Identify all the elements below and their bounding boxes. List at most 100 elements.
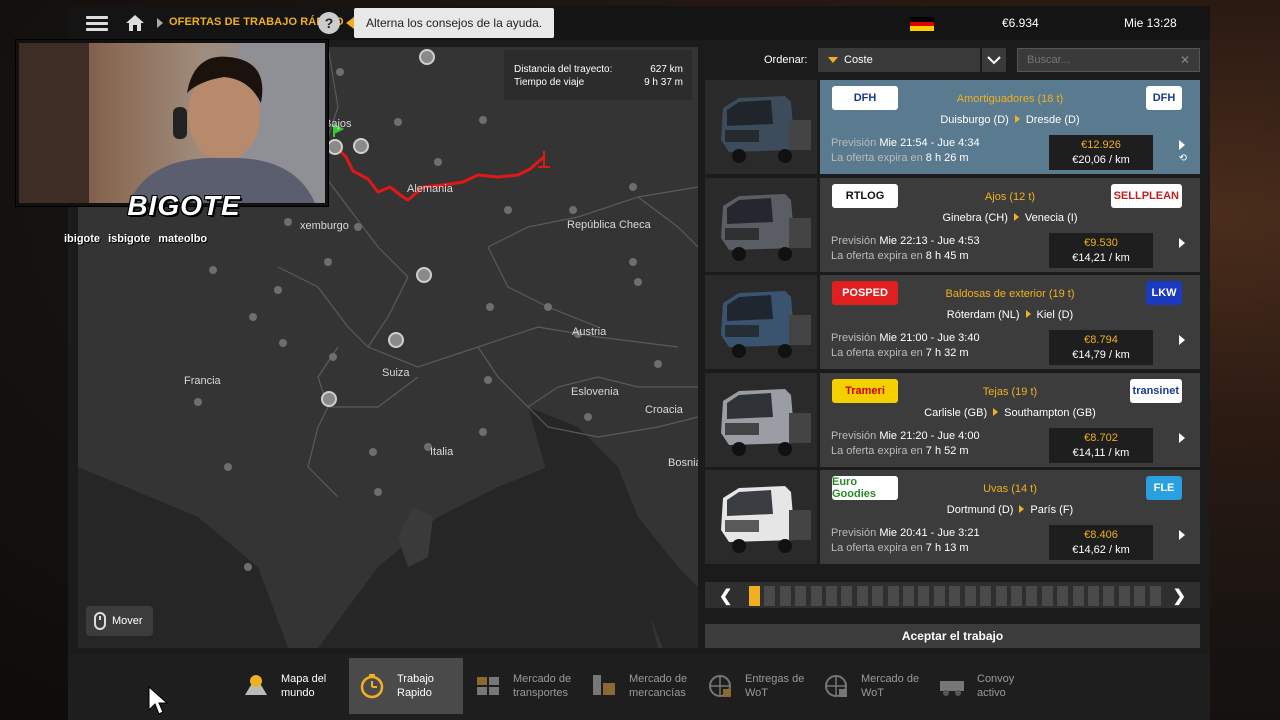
job-price: €8.702 <box>1084 431 1118 444</box>
prev-page-icon[interactable]: ❮ <box>719 586 732 606</box>
open-job-arrow-icon[interactable] <box>1179 335 1185 345</box>
cargo-market-icon <box>589 671 619 701</box>
nav-label: Mercado de WoT <box>861 673 920 699</box>
mover-label: Mover <box>112 615 143 627</box>
mouse-cursor-icon <box>148 686 168 715</box>
open-job-arrow-icon[interactable] <box>1179 237 1185 248</box>
chevron-down-icon <box>987 55 1001 64</box>
forecast: Previsión Mie 21:54 - Jue 4:34 <box>831 137 980 149</box>
home-icon[interactable] <box>122 6 148 40</box>
route-cities: Dortmund (D) París (F) <box>820 504 1200 516</box>
nav-label: Mapa del mundo <box>281 673 327 699</box>
nav-freight-market[interactable]: Mercado de transportes <box>465 658 579 714</box>
page-indicator[interactable] <box>1057 586 1069 606</box>
job-card[interactable]: RTLOG Ajos (12 t) SELLPLEAN Ginebra (CH)… <box>820 177 1200 272</box>
nav-world-map[interactable]: Mapa del mundo <box>233 658 347 714</box>
nav-label: Convoy activo <box>977 673 1015 699</box>
game-clock: Mie 13:28 <box>1124 16 1177 30</box>
page-indicator[interactable] <box>841 586 853 606</box>
overlay-socials: ibigote isbigote mateolbo <box>64 233 308 245</box>
distance-value: 627 km <box>650 64 683 75</box>
job-card[interactable]: POSPED Baldosas de exterior (19 t) LKW R… <box>820 275 1200 369</box>
page-indicator[interactable] <box>1134 586 1146 606</box>
sort-dropdown-button[interactable] <box>982 48 1006 72</box>
page-indicator[interactable] <box>1026 586 1038 606</box>
streamer-silhouette <box>19 43 325 203</box>
page-indicator[interactable] <box>1118 586 1130 606</box>
page-indicator[interactable] <box>749 586 760 606</box>
destination-city: Kiel (D) <box>1036 309 1074 321</box>
route-arrow-icon <box>1014 115 1020 123</box>
page-indicator[interactable] <box>795 586 807 606</box>
cargo-label: Amortiguadores (18 t) <box>956 93 1064 105</box>
page-indicator[interactable] <box>1010 586 1022 606</box>
sort-dropdown[interactable]: Coste <box>818 48 980 72</box>
expiry-value: 8 h 45 m <box>925 249 969 262</box>
page-indicator[interactable] <box>1149 586 1161 606</box>
pager: ❮ ❯ <box>705 582 1200 608</box>
next-page-icon[interactable]: ❯ <box>1173 586 1186 606</box>
freight-market-icon <box>473 671 503 701</box>
page-indicator[interactable] <box>810 586 822 606</box>
route-arrow-icon <box>993 407 999 416</box>
expiry-label: La oferta expira en <box>831 249 923 262</box>
page-indicator[interactable] <box>903 586 915 606</box>
globe-market-icon <box>821 671 851 701</box>
job-offer-row[interactable]: RTLOG Ajos (12 t) SELLPLEAN Ginebra (CH)… <box>705 177 1200 272</box>
origin-city: Dortmund (D) <box>946 504 1014 516</box>
route-arrow-icon <box>1019 505 1025 513</box>
open-job-arrow-icon[interactable] <box>1179 530 1185 540</box>
page-indicator[interactable] <box>826 586 838 606</box>
nav-convoy[interactable]: Convoy activo <box>929 658 1043 714</box>
instagram-handle: mateolbo <box>158 233 208 245</box>
sort-label: Ordenar: <box>764 54 808 66</box>
job-offer-row[interactable]: Euro Goodies Uvas (14 t) FLE Dortmund (D… <box>705 470 1200 564</box>
menu-icon[interactable] <box>82 6 112 40</box>
map-label-austria: Austria <box>572 326 607 338</box>
page-indicator[interactable] <box>949 586 961 606</box>
job-card[interactable]: DFH Amortiguadores (18 t) DFH Duisburgo … <box>820 80 1200 174</box>
forecast-label: Previsión <box>831 137 877 149</box>
page-indicator[interactable] <box>764 586 776 606</box>
map-label-bajos: Bajos <box>324 118 352 130</box>
mover-hint: Mover <box>86 606 153 636</box>
clear-search-icon[interactable]: ✕ <box>1180 53 1190 67</box>
page-indicator[interactable] <box>779 586 791 606</box>
accept-job-button[interactable]: Aceptar el trabajo <box>705 624 1200 648</box>
page-indicator[interactable] <box>856 586 868 606</box>
page-indicator[interactable] <box>1072 586 1084 606</box>
job-offer-row[interactable]: Trameri Tejas (19 t) transinet Carlisle … <box>705 372 1200 467</box>
nav-globe-market[interactable]: Mercado de WoT <box>813 658 927 714</box>
map-label-bosnia: Bosnia <box>668 457 698 469</box>
page-indicator[interactable] <box>918 586 930 606</box>
page-indicator[interactable] <box>964 586 976 606</box>
page-indicator[interactable] <box>1041 586 1053 606</box>
job-card[interactable]: Trameri Tejas (19 t) transinet Carlisle … <box>820 372 1200 467</box>
job-card[interactable]: Euro Goodies Uvas (14 t) FLE Dortmund (D… <box>820 470 1200 564</box>
page-indicator[interactable] <box>1103 586 1115 606</box>
nav-stopwatch[interactable]: Trabajo Rapido <box>349 658 463 714</box>
open-job-arrow-icon[interactable] <box>1179 432 1185 443</box>
forecast: Previsión Mie 22:13 - Jue 4:53 <box>831 235 980 247</box>
open-job-arrow-icon[interactable] <box>1179 140 1185 150</box>
map-label-italia: Italia <box>430 446 454 458</box>
destination-city: Southampton (GB) <box>1004 406 1096 419</box>
page-indicator[interactable] <box>872 586 884 606</box>
nav-cargo-market[interactable]: Mercado de mercancías <box>581 658 695 714</box>
truck-image <box>705 80 817 174</box>
destination-city: Dresde (D) <box>1025 114 1080 126</box>
page-indicator[interactable] <box>995 586 1007 606</box>
sync-icon: ⟲ <box>1178 153 1187 164</box>
page-indicator[interactable] <box>887 586 899 606</box>
search-input[interactable] <box>1017 48 1200 72</box>
page-indicator[interactable] <box>980 586 992 606</box>
job-offer-row[interactable]: DFH Amortiguadores (18 t) DFH Duisburgo … <box>705 80 1200 174</box>
page-indicator[interactable] <box>1087 586 1099 606</box>
expiry: La oferta expira en 7 h 32 m <box>831 347 969 359</box>
page-indicator[interactable] <box>933 586 945 606</box>
germany-flag-icon <box>910 17 934 31</box>
expiry: La oferta expira en 7 h 52 m <box>831 445 969 457</box>
help-button[interactable]: ? <box>318 12 340 34</box>
job-offer-row[interactable]: POSPED Baldosas de exterior (19 t) LKW R… <box>705 275 1200 369</box>
nav-globe-delivery[interactable]: Entregas de WoT <box>697 658 811 714</box>
